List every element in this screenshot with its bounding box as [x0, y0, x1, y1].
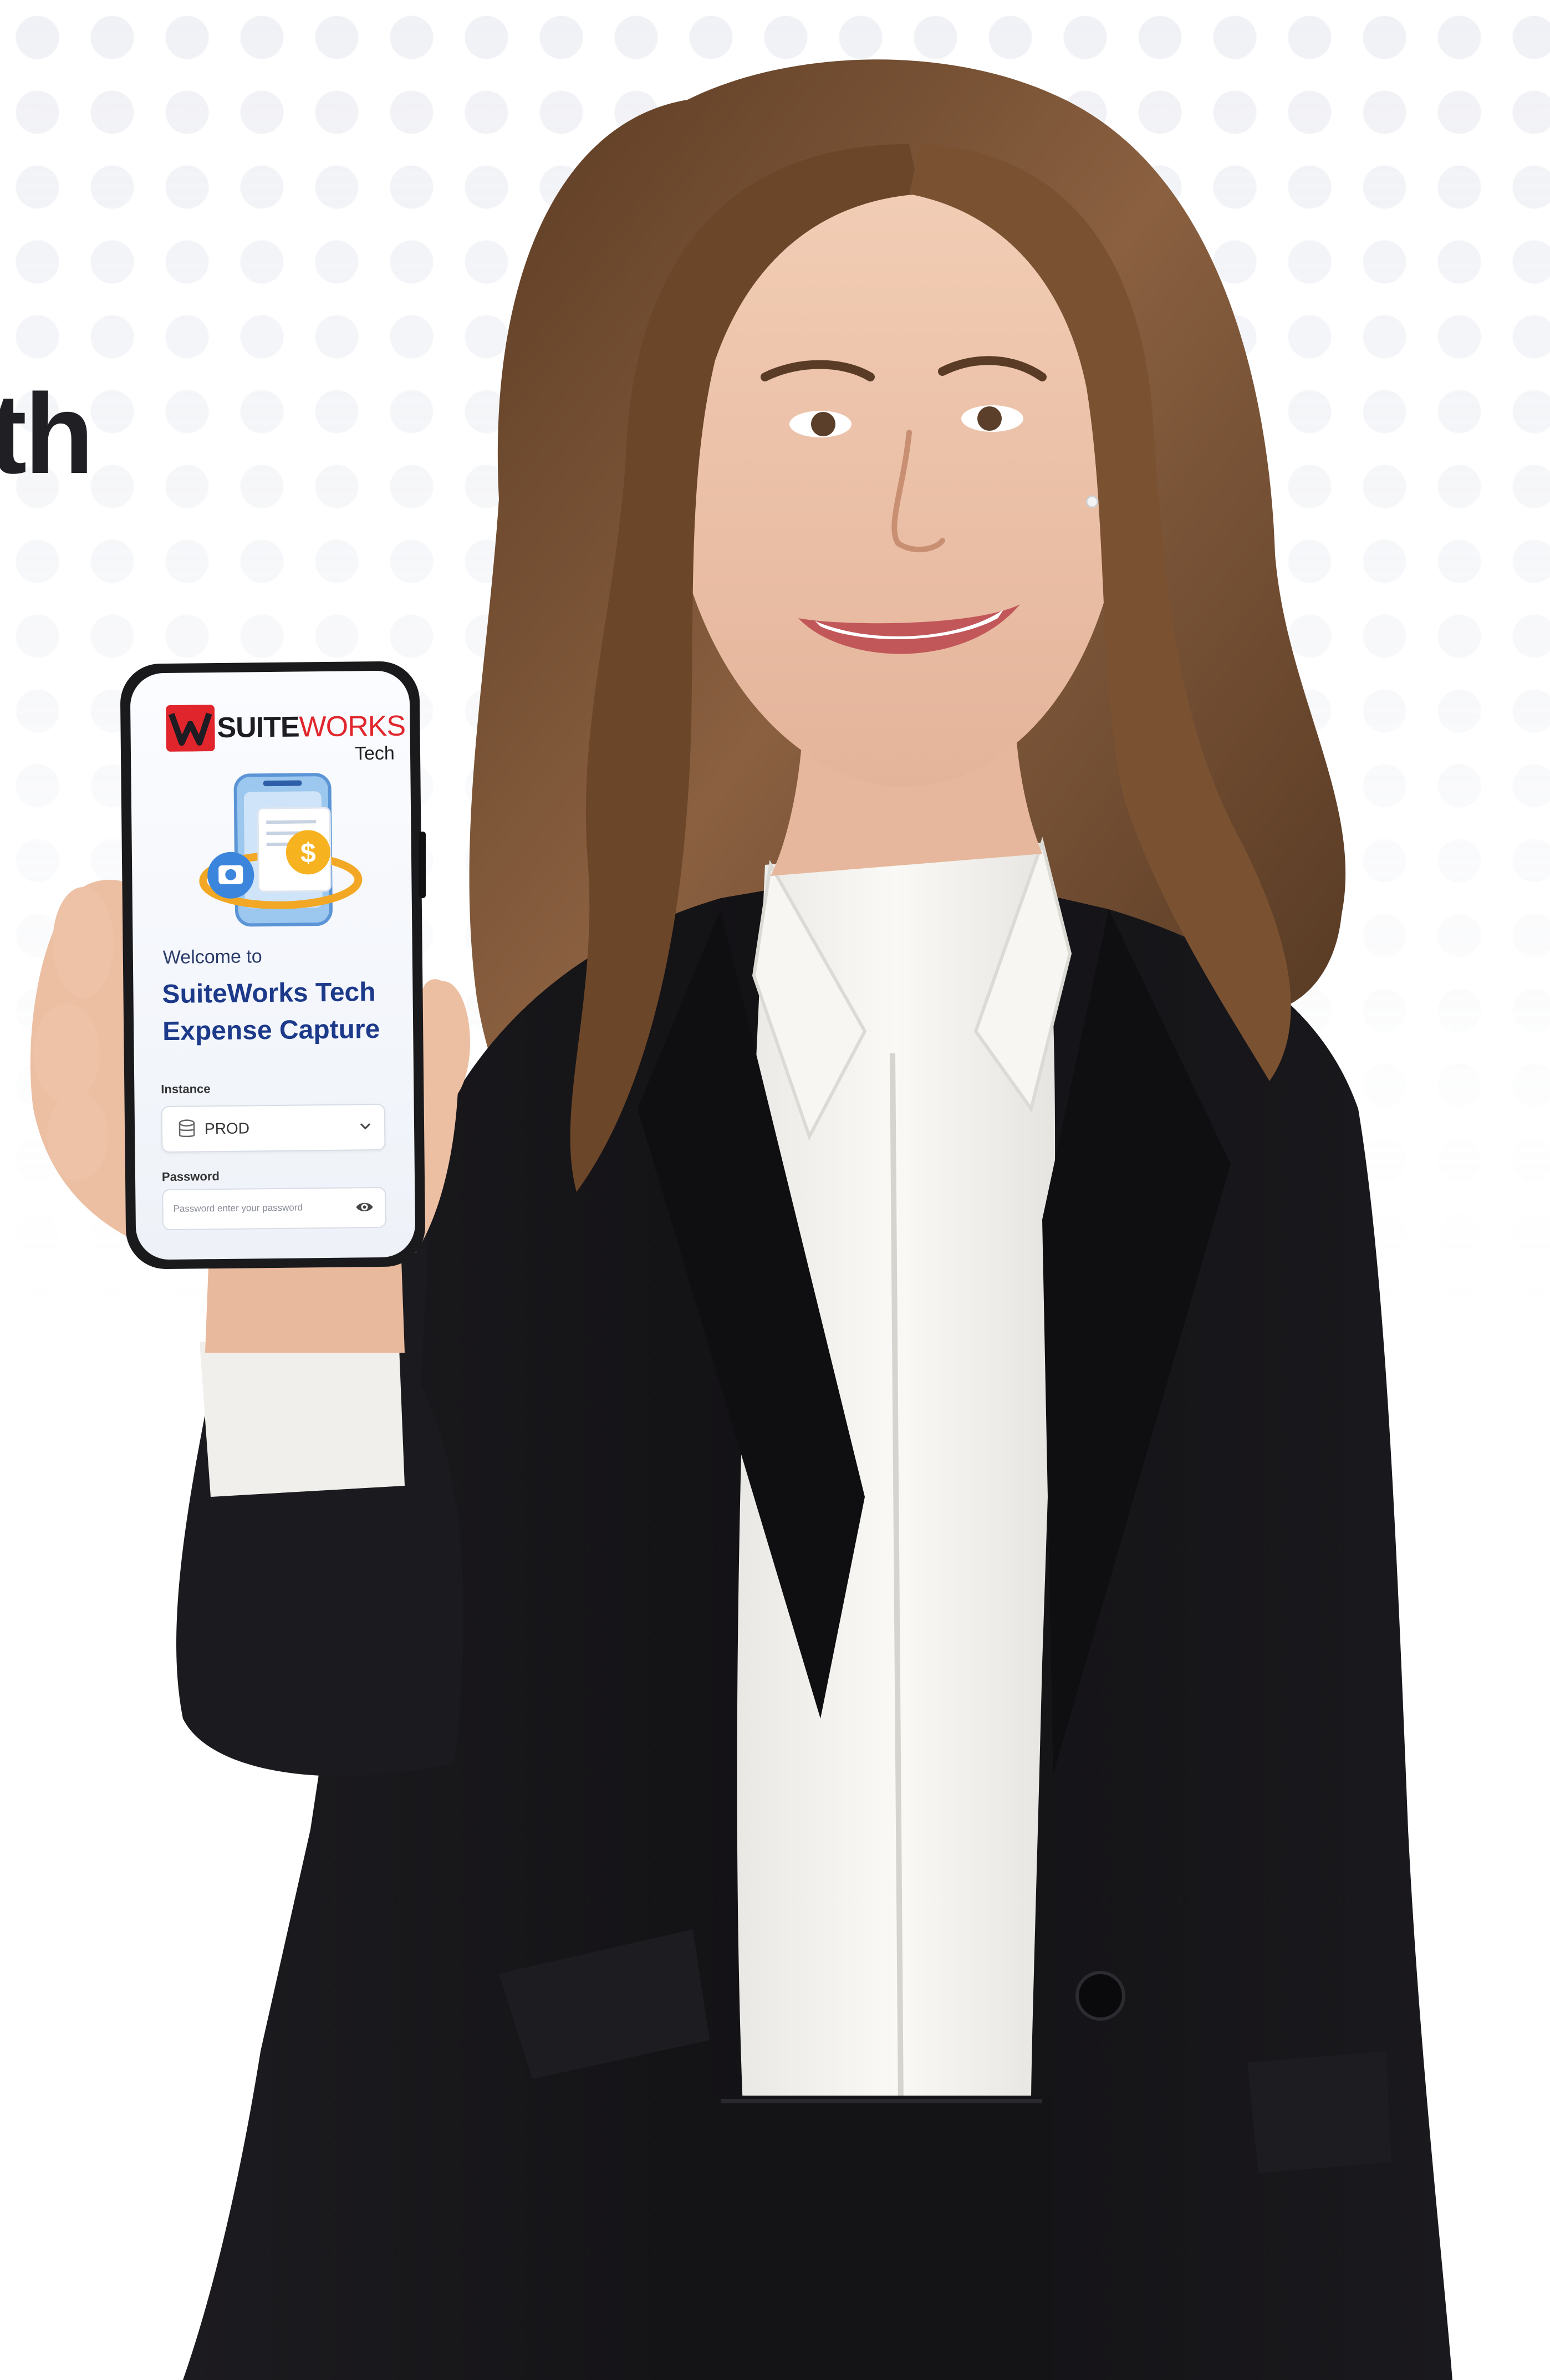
instance-label: Instance [161, 1082, 211, 1097]
jacket-button [1075, 1971, 1125, 2021]
phone-screen: SUITEWORKS Tech $ Welcome to SuiteWorks … [135, 679, 412, 1253]
welcome-text: Welcome to [162, 946, 262, 969]
brand-name: SUITEWORKS [217, 710, 406, 745]
suiteworks-logo: SUITEWORKS Tech [166, 699, 405, 765]
expense-illustration: $ [199, 773, 363, 927]
brand-sub: Tech [354, 742, 395, 765]
photo-scene: th SUITEWORKS Tech $ Welcome to SuiteWor… [0, 0, 1550, 2380]
password-label: Password [161, 1169, 220, 1184]
suiteworks-logo-icon [166, 705, 215, 752]
app-title: SuiteWorks Tech Expense Capture [162, 977, 380, 1047]
instance-value: PROD [204, 1119, 250, 1138]
instance-select[interactable]: PROD [161, 1103, 386, 1153]
database-icon [179, 1119, 195, 1138]
svg-text:$: $ [300, 837, 317, 868]
eye-icon[interactable] [355, 1199, 374, 1215]
password-field[interactable]: Password enter your password [162, 1186, 386, 1231]
password-placeholder: Password enter your password [173, 1202, 303, 1214]
chevron-down-icon [360, 1123, 371, 1130]
